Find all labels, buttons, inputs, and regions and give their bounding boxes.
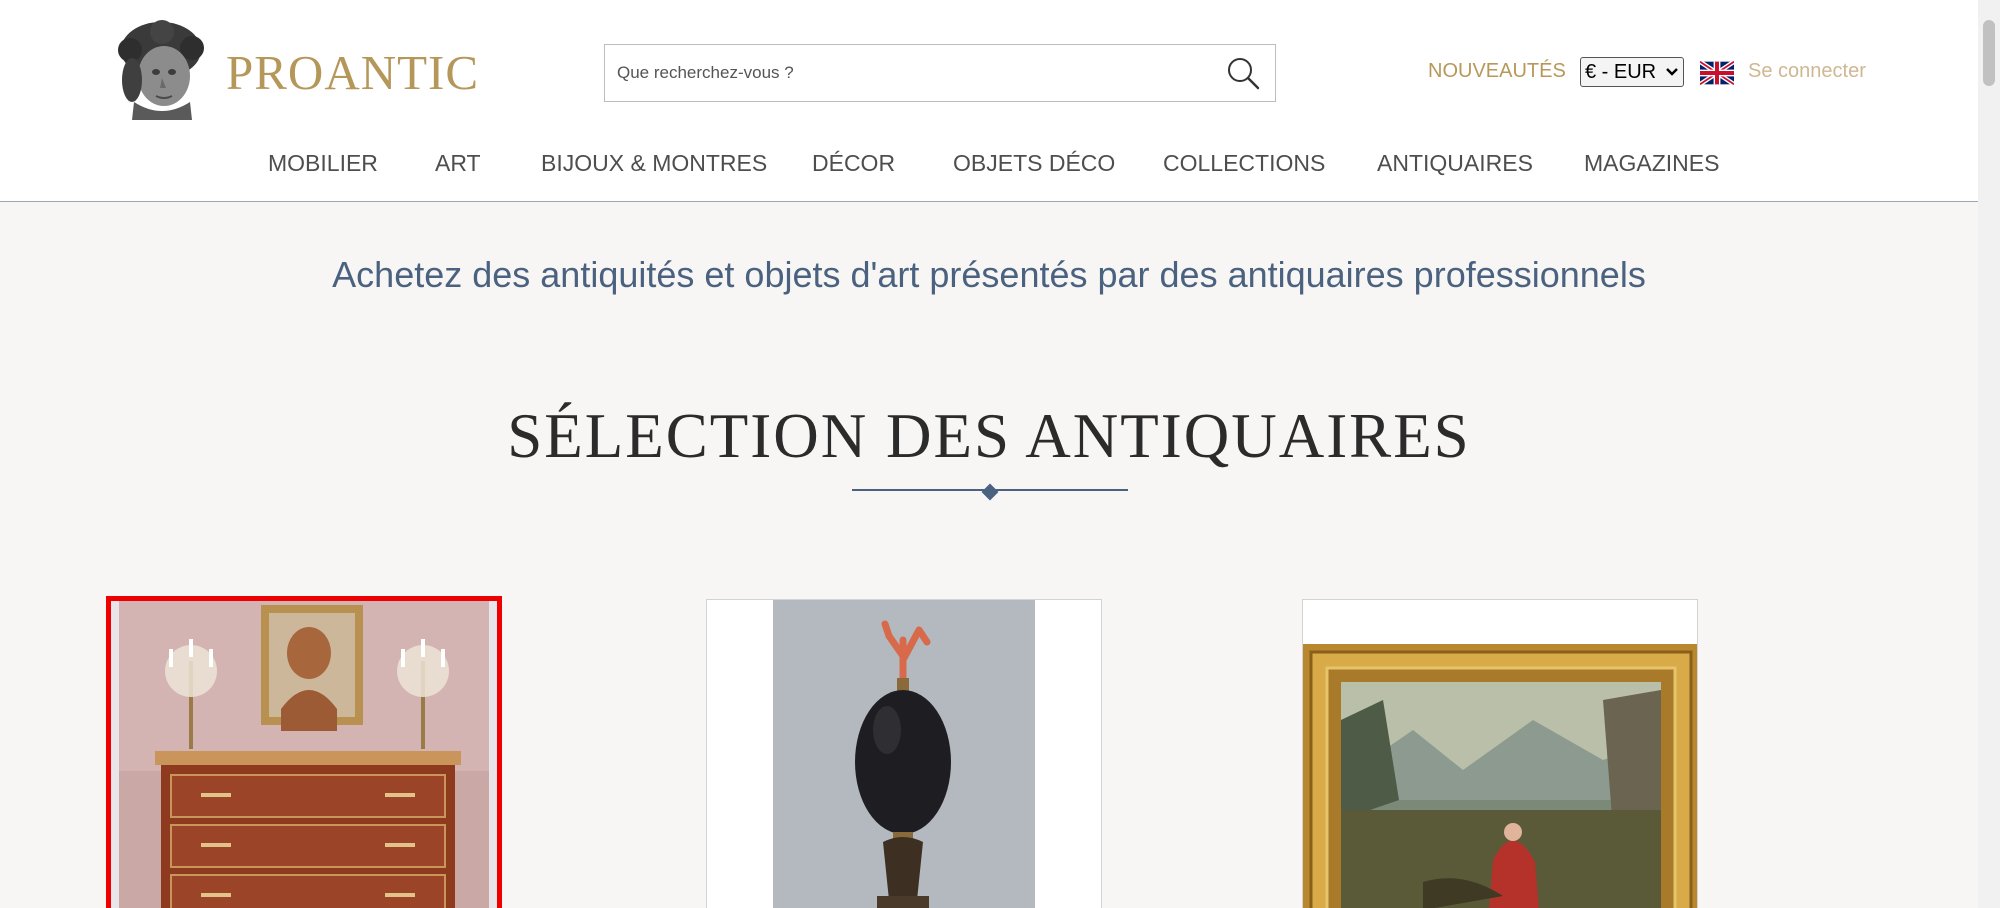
logo-bust-icon[interactable]: [112, 20, 210, 122]
currency-select[interactable]: € - EUR: [1580, 57, 1684, 87]
divider-diamond: [981, 483, 999, 501]
nav-item-magazines[interactable]: MAGAZINES: [1584, 150, 1719, 177]
chevron-down-icon: [1666, 68, 1678, 76]
uk-flag-icon[interactable]: [1700, 61, 1734, 85]
logo-text[interactable]: PROANTIC: [226, 44, 479, 101]
page-scrollbar[interactable]: [1978, 0, 2000, 908]
search-box[interactable]: [604, 44, 1276, 102]
nav-item-art[interactable]: ART: [435, 150, 481, 177]
nouveautes-link[interactable]: NOUVEAUTÉS: [1428, 60, 1566, 83]
scrollbar-thumb[interactable]: [1983, 20, 1995, 86]
product-image-commode[interactable]: [111, 601, 497, 908]
section-title: SÉLECTION DES ANTIQUAIRES: [507, 401, 1471, 471]
product-card-commode[interactable]: [106, 596, 502, 908]
site-header: PROANTIC NOUVEAUTÉS € - EUR Se connecter…: [0, 0, 1978, 202]
product-card-ostrich-egg[interactable]: [706, 599, 1102, 908]
search-icon[interactable]: [1225, 55, 1261, 91]
product-image-ostrich-egg[interactable]: [707, 600, 1102, 908]
nav-item-bijoux-montres[interactable]: BIJOUX & MONTRES: [541, 150, 767, 177]
login-link[interactable]: Se connecter: [1748, 60, 1866, 83]
nav-item-objets-deco[interactable]: OBJETS DÉCO: [953, 150, 1115, 177]
currency-value: € - EUR: [1585, 60, 1657, 83]
nav-item-mobilier[interactable]: MOBILIER: [268, 150, 378, 177]
nav-item-decor[interactable]: DÉCOR: [812, 150, 895, 177]
product-card-painting[interactable]: [1302, 599, 1698, 908]
nav-item-antiquaires[interactable]: ANTIQUAIRES: [1377, 150, 1533, 177]
nav-item-collections[interactable]: COLLECTIONS: [1163, 150, 1325, 177]
product-image-painting[interactable]: [1303, 600, 1698, 908]
search-input[interactable]: [605, 45, 1205, 101]
hero-tagline: Achetez des antiquités et objets d'art p…: [332, 254, 1646, 295]
